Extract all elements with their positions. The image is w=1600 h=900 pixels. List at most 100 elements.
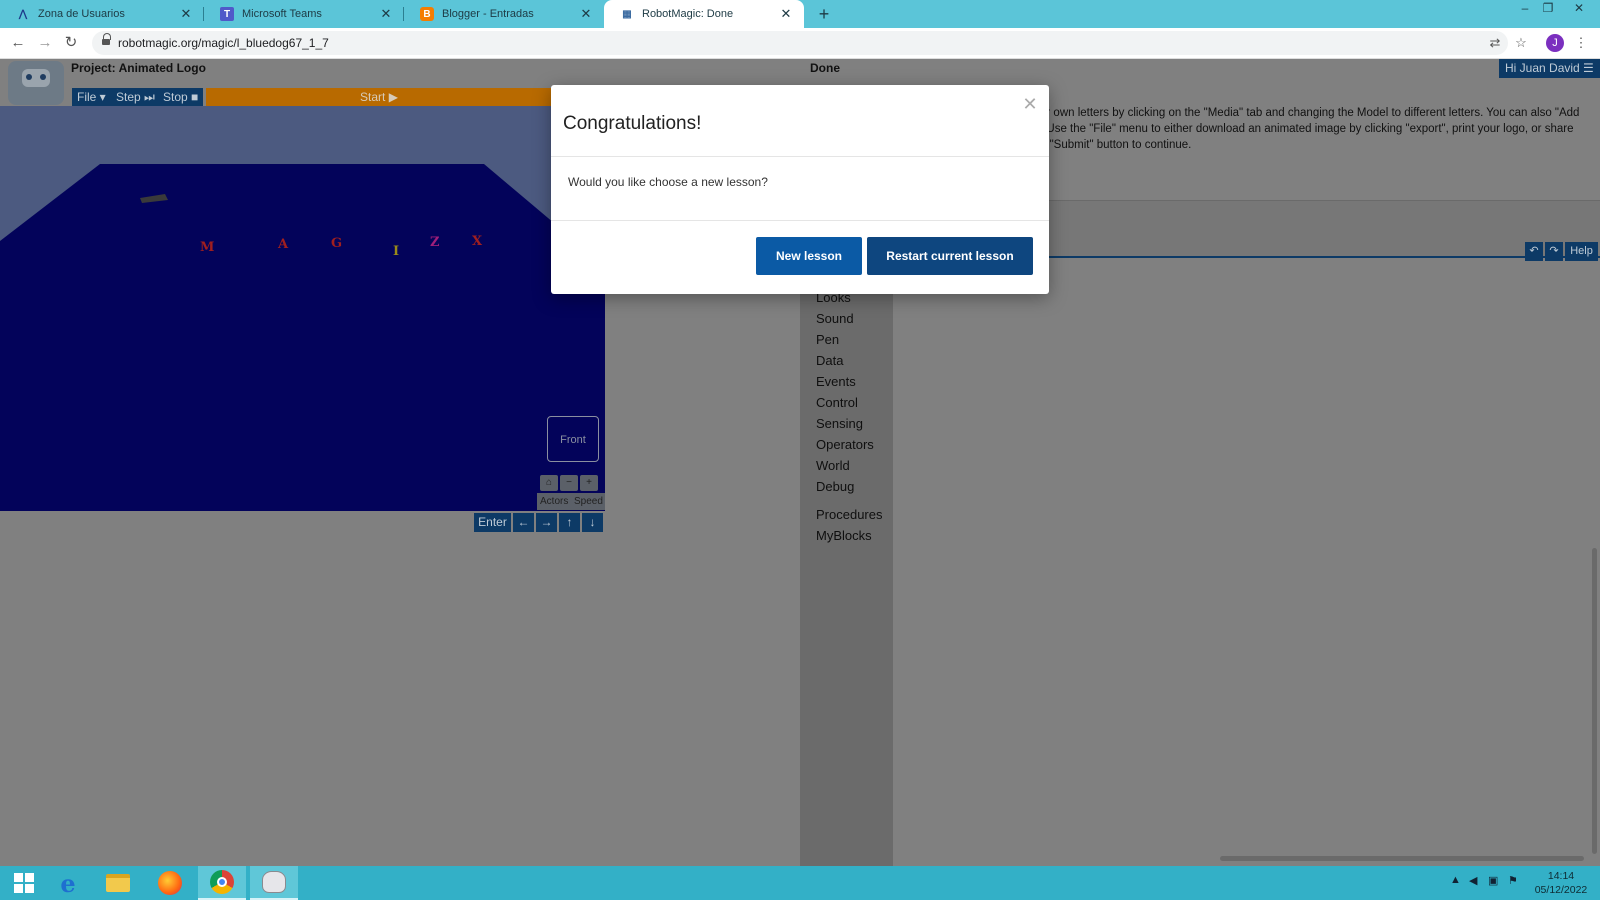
tab-blogger[interactable]: B Blogger - Entradas ✕ xyxy=(404,0,604,28)
logo-letter: M xyxy=(200,240,215,255)
instruction-line: e "Submit" button to continue. xyxy=(1040,139,1192,151)
tab-zona-de-usuarios[interactable]: ⋀ Zona de Usuarios ✕ xyxy=(0,0,204,28)
action-center-flag-icon[interactable]: ⚑ xyxy=(1508,874,1518,887)
enter-key-button[interactable]: Enter xyxy=(474,513,511,532)
help-button[interactable]: Help xyxy=(1565,242,1598,261)
tab-label: RobotMagic: Done xyxy=(642,8,734,20)
logo-letter: Z xyxy=(430,235,440,250)
home-view-icon[interactable]: ⌂ xyxy=(540,475,558,491)
category-pen[interactable]: Pen xyxy=(816,332,839,347)
horizontal-scrollbar[interactable] xyxy=(1220,856,1584,861)
instruction-line: . Use the "File" menu to either download… xyxy=(1040,123,1574,135)
window-close-icon[interactable]: ✕ xyxy=(1564,0,1594,28)
close-icon[interactable]: ✕ xyxy=(378,6,394,22)
view-cube[interactable]: Front xyxy=(547,416,599,462)
restart-lesson-button[interactable]: Restart current lesson xyxy=(867,237,1033,275)
clock-time: 14:14 xyxy=(1547,870,1575,882)
congratulations-dialog: ✕ Congratulations! Would you like choose… xyxy=(551,85,1049,294)
category-myblocks[interactable]: MyBlocks xyxy=(816,528,872,543)
forward-arrow-icon[interactable]: → xyxy=(34,32,56,54)
scratch-app-icon[interactable] xyxy=(250,866,298,900)
tab-label: Zona de Usuarios xyxy=(38,8,125,20)
logo-letter: X xyxy=(472,234,483,249)
file-menu-button[interactable]: File ▾ xyxy=(72,88,111,106)
dialog-title: Congratulations! xyxy=(563,113,702,134)
tab-label: Microsoft Teams xyxy=(242,8,322,20)
zona-usuarios-icon: ⋀ xyxy=(18,8,28,20)
blogger-icon: B xyxy=(420,7,434,21)
address-bar[interactable]: robotmagic.org/magic/l_bluedog67_1_7 xyxy=(92,31,1508,55)
tab-label: Blogger - Entradas xyxy=(442,8,534,20)
category-operators[interactable]: Operators xyxy=(816,437,874,452)
vertical-scrollbar[interactable] xyxy=(1592,548,1597,854)
browser-toolbar: ← → ↻ robotmagic.org/magic/l_bluedog67_1… xyxy=(0,28,1600,59)
clock-date: 05/12/2022 xyxy=(1534,884,1588,896)
close-icon[interactable]: ✕ xyxy=(578,6,594,22)
left-arrow-icon[interactable]: ← xyxy=(513,513,534,532)
windows-taskbar: e ▲ ◀ ▣ ⚑ 14:14 05/12/2022 xyxy=(0,866,1600,900)
category-events[interactable]: Events xyxy=(816,374,856,389)
reload-icon[interactable]: ↻ xyxy=(60,32,82,54)
instruction-line: ur own letters by clicking on the "Media… xyxy=(1040,107,1580,119)
zoom-in-icon[interactable]: + xyxy=(580,475,598,491)
category-debug[interactable]: Debug xyxy=(816,479,854,494)
browser-tab-strip: ⋀ Zona de Usuarios ✕ T Microsoft Teams ✕… xyxy=(0,0,1600,28)
new-lesson-button[interactable]: New lesson xyxy=(756,237,862,275)
up-arrow-icon[interactable]: ↑ xyxy=(559,513,580,532)
category-data[interactable]: Data xyxy=(816,353,843,368)
show-hidden-icons[interactable]: ▲ xyxy=(1450,874,1461,886)
url-text: robotmagic.org/magic/l_bluedog67_1_7 xyxy=(118,36,329,50)
category-world[interactable]: World xyxy=(816,458,850,473)
close-icon[interactable]: ✕ xyxy=(778,6,794,22)
project-title: Project: Animated Logo xyxy=(71,61,206,75)
category-sensing[interactable]: Sensing xyxy=(816,416,863,431)
tab-robotmagic[interactable]: ▦ RobotMagic: Done ✕ xyxy=(604,0,804,28)
robotmagic-logo xyxy=(8,61,64,105)
robotmagic-icon: ▦ xyxy=(622,8,632,20)
redo-icon[interactable]: ↷ xyxy=(1545,242,1563,261)
chrome-icon[interactable] xyxy=(198,866,246,900)
back-arrow-icon[interactable]: ← xyxy=(7,32,29,54)
restore-icon[interactable]: ❐ xyxy=(1533,0,1563,28)
script-workspace[interactable] xyxy=(893,256,1600,866)
user-menu-button[interactable]: Hi Juan David ☰ xyxy=(1499,59,1600,78)
category-procedures[interactable]: Procedures xyxy=(816,507,882,522)
profile-avatar[interactable]: J xyxy=(1546,34,1564,52)
start-button[interactable]: Start ▶ xyxy=(206,88,552,106)
system-clock[interactable]: 14:14 05/12/2022 xyxy=(1530,869,1592,897)
undo-icon[interactable]: ↶ xyxy=(1525,242,1543,261)
translate-icon[interactable]: ⇄ xyxy=(1484,32,1506,54)
logo-letter: I xyxy=(393,244,400,259)
3d-stage[interactable]: M A G I Z X Front ⌂ − + Actors Speed xyxy=(0,106,605,511)
zoom-out-icon[interactable]: − xyxy=(560,475,578,491)
new-tab-button[interactable]: + xyxy=(812,2,836,26)
browser-menu-icon[interactable]: ⋮ xyxy=(1570,32,1592,54)
bookmark-star-icon[interactable]: ☆ xyxy=(1510,32,1532,54)
close-icon[interactable]: ✕ xyxy=(1021,95,1039,113)
block-category-palette: Looks Sound Pen Data Events Control Sens… xyxy=(800,256,893,866)
close-icon[interactable]: ✕ xyxy=(178,6,194,22)
right-arrow-icon[interactable]: → xyxy=(536,513,557,532)
category-control[interactable]: Control xyxy=(816,395,858,410)
down-arrow-icon[interactable]: ↓ xyxy=(582,513,603,532)
speaker-icon[interactable]: ◀ xyxy=(1469,874,1477,887)
windows-start-icon[interactable] xyxy=(0,866,48,900)
logo-letter: A xyxy=(278,237,289,252)
divider xyxy=(551,220,1049,221)
stage-floor xyxy=(0,164,605,511)
network-icon[interactable]: ▣ xyxy=(1488,874,1498,887)
stop-button[interactable]: Stop ■ xyxy=(158,88,204,106)
logo-letter: G xyxy=(331,236,343,251)
lock-icon xyxy=(102,33,111,46)
actors-button[interactable]: Actors xyxy=(537,493,572,510)
lesson-title: Done xyxy=(810,61,840,75)
speed-button[interactable]: Speed xyxy=(571,493,605,510)
file-explorer-icon[interactable] xyxy=(94,866,142,900)
internet-explorer-icon[interactable]: e xyxy=(44,866,92,900)
category-sound[interactable]: Sound xyxy=(816,311,854,326)
firefox-icon[interactable] xyxy=(146,866,194,900)
teams-icon: T xyxy=(220,7,234,21)
tab-microsoft-teams[interactable]: T Microsoft Teams ✕ xyxy=(204,0,404,28)
step-button[interactable]: Step ⏭ xyxy=(111,88,160,106)
dialog-message: Would you like choose a new lesson? xyxy=(568,175,768,189)
